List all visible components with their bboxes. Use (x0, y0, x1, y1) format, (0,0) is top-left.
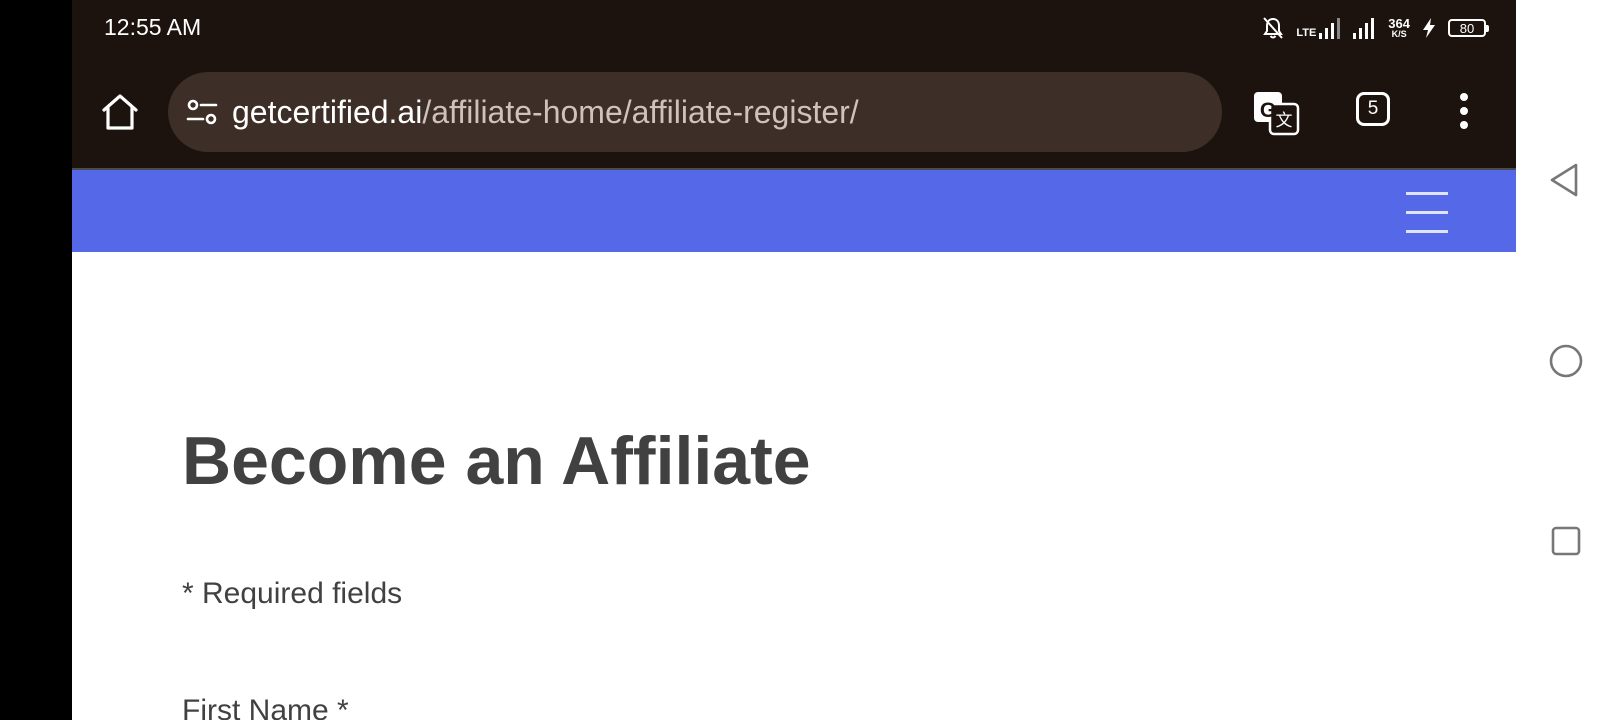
url-text[interactable]: getcertified.ai/affiliate-home/affiliate… (232, 94, 859, 131)
cell-signal-icon (1353, 18, 1375, 39)
network-speed: 364 K/S (1388, 17, 1410, 39)
site-header (72, 170, 1516, 252)
system-nav-bar (1516, 0, 1612, 720)
page-content: Become an Affiliate * Required fields Fi… (72, 252, 1516, 720)
home-icon[interactable] (98, 90, 142, 134)
page-title: Become an Affiliate (182, 423, 811, 499)
tune-icon[interactable] (186, 96, 218, 128)
address-bar[interactable]: getcertified.ai/affiliate-home/affiliate… (168, 72, 1222, 152)
url-path: /affiliate-home/affiliate-register/ (422, 94, 859, 130)
svg-text:文: 文 (1276, 111, 1293, 130)
first-name-label: First Name * (182, 694, 349, 720)
status-bar: 12:55 AM LTE 364 K/S 80 (72, 0, 1516, 58)
more-vert-icon[interactable] (1458, 92, 1470, 130)
triangle-back-icon[interactable] (1548, 162, 1580, 198)
translate-icon[interactable]: G 文 (1252, 90, 1300, 136)
status-time: 12:55 AM (104, 14, 202, 40)
svg-text:G: G (1260, 99, 1276, 122)
status-icons: LTE 364 K/S 80 (1262, 12, 1489, 44)
lte-signal-icon: LTE (1296, 17, 1341, 39)
square-recents-icon[interactable] (1551, 526, 1581, 556)
battery-icon: 80 (1448, 19, 1489, 37)
left-black-edge (0, 0, 72, 720)
url-domain: getcertified.ai (232, 94, 423, 130)
hamburger-icon[interactable] (1406, 192, 1448, 236)
tab-count: 5 (1367, 98, 1379, 119)
circle-home-icon[interactable] (1549, 344, 1583, 378)
lte-label: LTE (1296, 27, 1317, 39)
tab-switcher-button[interactable]: 5 (1356, 92, 1390, 126)
speed-unit: K/S (1391, 29, 1407, 39)
required-fields-note: * Required fields (182, 577, 403, 610)
phone-screen: 12:55 AM LTE 364 K/S 80 getcertified.ai/… (72, 0, 1516, 720)
notifications-off-icon (1263, 17, 1284, 39)
browser-toolbar: getcertified.ai/affiliate-home/affiliate… (72, 58, 1516, 170)
battery-level: 80 (1459, 20, 1475, 36)
charging-icon (1423, 18, 1435, 38)
